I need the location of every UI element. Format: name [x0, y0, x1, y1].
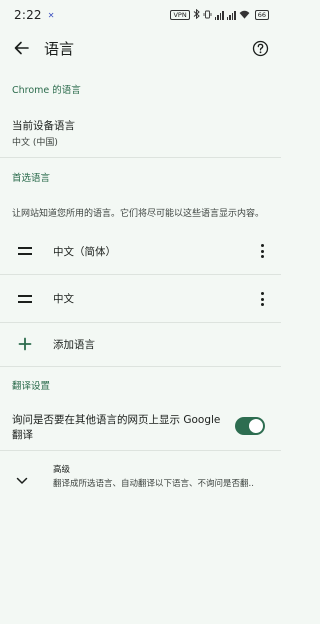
- offer-translate-label-line1: 询问是否要在其他语言的网页上显示 Google: [12, 414, 221, 426]
- page-title: 语言: [44, 40, 75, 58]
- vpn-icon: VPN: [170, 10, 190, 20]
- preferred-languages-header: 首选语言: [12, 173, 51, 184]
- help-icon: [252, 40, 268, 56]
- add-language-button[interactable]: 添加语言: [0, 323, 281, 365]
- app-bar: 语言: [0, 30, 281, 68]
- notification-indicator-icon: ✕: [47, 10, 55, 20]
- battery-icon: 66: [254, 10, 269, 20]
- status-left: 2:22 ✕: [14, 8, 54, 22]
- language-label: 中文: [53, 293, 74, 305]
- status-time: 2:22: [14, 8, 42, 22]
- divider: [0, 450, 281, 451]
- add-language-label: 添加语言: [53, 339, 95, 351]
- device-language-row[interactable]: 当前设备语言 中文 (中国): [0, 110, 281, 156]
- chevron-down-icon: [16, 470, 28, 489]
- wifi-icon: [239, 10, 250, 21]
- device-language-title: 当前设备语言: [12, 120, 75, 132]
- advanced-summary: 翻译成所选语言、自动翻译以下语言、不询问是否翻..: [53, 479, 254, 489]
- back-button[interactable]: [10, 37, 32, 59]
- status-icons: VPN 66: [170, 8, 269, 21]
- divider: [0, 157, 281, 158]
- device-language-value: 中文 (中国): [12, 138, 58, 148]
- advanced-title: 高级: [53, 465, 71, 475]
- drag-handle-icon[interactable]: [18, 295, 32, 303]
- language-label: 中文（简体）: [53, 246, 116, 258]
- translate-settings-header: 翻译设置: [12, 381, 51, 392]
- bluetooth-icon: [193, 8, 200, 21]
- advanced-row[interactable]: 高级 翻译成所选语言、自动翻译以下语言、不询问是否翻..: [0, 456, 281, 496]
- offer-translate-toggle[interactable]: [235, 417, 265, 435]
- add-icon: [18, 336, 32, 355]
- preferred-languages-description: 让网站知道您所用的语言。它们将尽可能以这些语言显示内容。: [12, 209, 265, 219]
- arrow-back-icon: [14, 41, 29, 55]
- vibrate-icon: [203, 10, 212, 21]
- drag-handle-icon[interactable]: [18, 247, 32, 255]
- offer-translate-label-line2: 翻译: [12, 429, 33, 441]
- signal-icon: [214, 10, 224, 20]
- status-bar: 2:22 ✕ VPN 66: [0, 0, 281, 30]
- toggle-knob: [249, 419, 263, 433]
- divider: [0, 366, 281, 367]
- help-button[interactable]: [249, 37, 271, 59]
- chrome-languages-header: Chrome 的语言: [12, 85, 81, 96]
- language-row: 中文: [0, 275, 281, 321]
- language-row: 中文（简体）: [0, 228, 281, 274]
- signal-icon-2: [226, 10, 236, 20]
- more-options-icon[interactable]: [257, 291, 267, 307]
- more-options-icon[interactable]: [257, 243, 267, 259]
